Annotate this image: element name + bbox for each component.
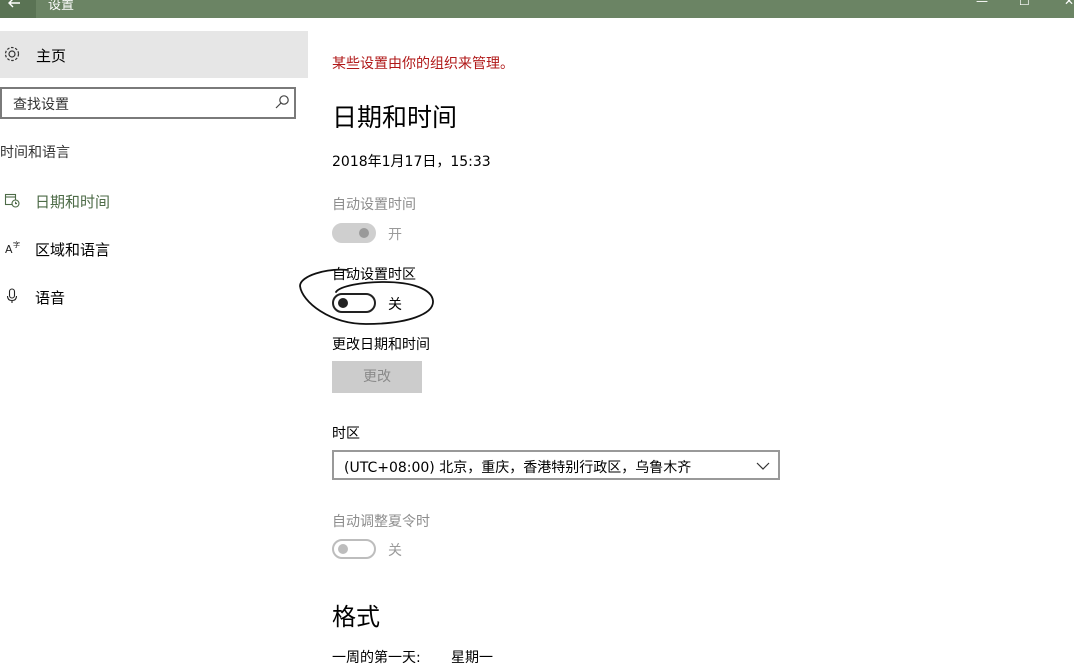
sidebar-item-label: 区域和语言	[35, 241, 111, 259]
sidebar-item-date-time[interactable]: 日期和时间	[0, 189, 300, 213]
timezone-label: 时区	[332, 426, 360, 442]
sidebar-item-region-language[interactable]: A 字 区域和语言	[0, 237, 300, 261]
title-bar: 设置 — ☐ ✕	[0, 0, 1074, 18]
sidebar: 主页 查找设置 时间和语言 日期和时间 A 字 区域和语言 语音	[0, 18, 308, 661]
gear-icon	[3, 45, 21, 67]
chevron-down-icon	[756, 458, 770, 477]
auto-time-state: 开	[388, 227, 402, 243]
back-button[interactable]	[0, 0, 36, 18]
maximize-button[interactable]: ☐	[1019, 0, 1030, 8]
sidebar-item-label: 语音	[35, 289, 66, 307]
calendar-clock-icon	[4, 192, 20, 212]
main-content: 某些设置由你的组织来管理。 日期和时间 2018年1月17日，15:33 自动设…	[332, 18, 1074, 666]
toggle-knob	[359, 228, 369, 238]
dst-state: 关	[388, 543, 402, 559]
first-day-label: 一周的第一天:	[332, 650, 421, 666]
svg-text:字: 字	[13, 240, 20, 249]
sidebar-home[interactable]: 主页	[0, 31, 308, 78]
window-title: 设置	[48, 0, 75, 13]
language-icon: A 字	[4, 240, 20, 260]
section-title: 时间和语言	[0, 145, 70, 161]
sidebar-item-label: 日期和时间	[35, 193, 111, 211]
timezone-value: (UTC+08:00) 北京，重庆，香港特别行政区，乌鲁木齐	[344, 460, 692, 476]
dst-toggle[interactable]	[332, 539, 376, 559]
dst-label: 自动调整夏令时	[332, 514, 430, 530]
close-button[interactable]: ✕	[1064, 0, 1074, 8]
annotation-circle	[299, 268, 434, 325]
search-icon[interactable]	[274, 94, 290, 114]
svg-text:A: A	[5, 243, 13, 256]
first-day-value: 星期一	[451, 650, 493, 666]
sidebar-home-label: 主页	[36, 47, 67, 65]
change-datetime-label: 更改日期和时间	[332, 337, 430, 353]
change-button[interactable]: 更改	[332, 361, 422, 393]
back-arrow-icon	[8, 0, 20, 8]
minimize-button[interactable]: —	[976, 0, 988, 8]
search-input[interactable]: 查找设置	[0, 87, 296, 119]
sidebar-item-speech[interactable]: 语音	[0, 285, 300, 309]
toggle-knob	[338, 544, 348, 554]
managed-notice: 某些设置由你的组织来管理。	[332, 56, 514, 72]
timezone-dropdown[interactable]: (UTC+08:00) 北京，重庆，香港特别行政区，乌鲁木齐	[332, 450, 780, 480]
page-title: 日期和时间	[332, 103, 458, 132]
format-heading: 格式	[332, 603, 380, 631]
auto-time-toggle[interactable]	[332, 223, 376, 243]
auto-time-label: 自动设置时间	[332, 197, 416, 213]
microphone-icon	[4, 288, 20, 308]
current-datetime: 2018年1月17日，15:33	[332, 154, 491, 170]
search-placeholder: 查找设置	[13, 97, 69, 113]
